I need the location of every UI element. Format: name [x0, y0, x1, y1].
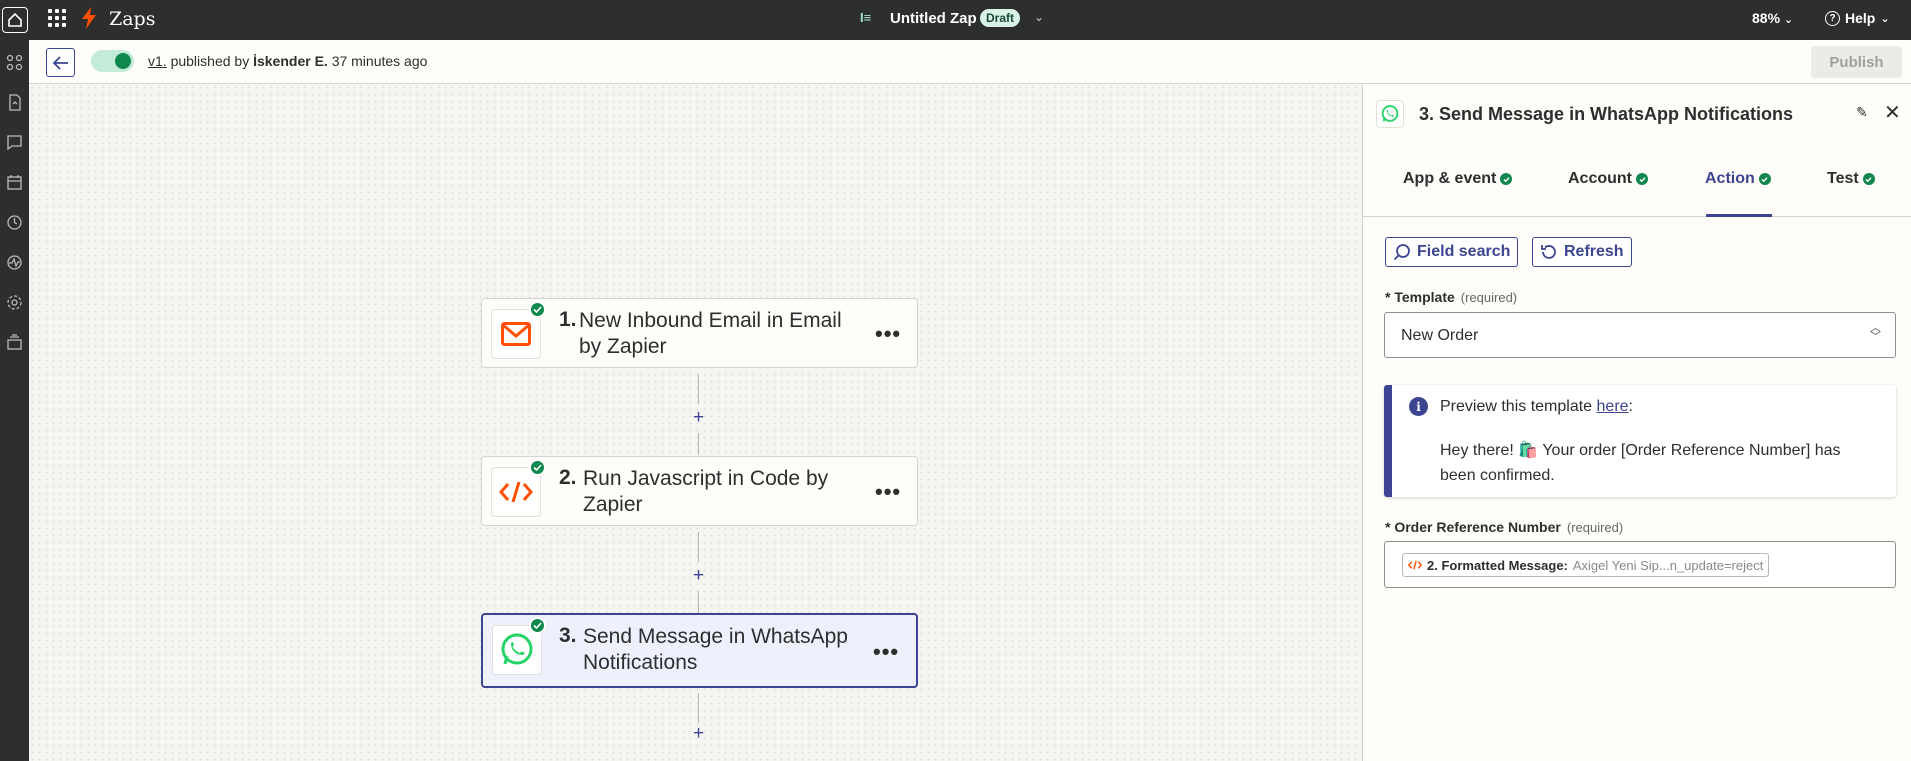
- template-value: New Order: [1401, 327, 1479, 344]
- check-icon: [1500, 173, 1513, 185]
- zoom-level: 88%: [1752, 10, 1781, 26]
- active-tab-indicator: [1706, 214, 1772, 217]
- activity-icon[interactable]: [6, 254, 23, 271]
- help-button[interactable]: ? Help ⌄: [1825, 10, 1890, 26]
- search-icon: [1393, 244, 1410, 261]
- chevron-down-icon: ⌄: [1880, 12, 1890, 25]
- apps-grid-icon[interactable]: [48, 9, 66, 27]
- close-icon[interactable]: ✕: [1884, 100, 1901, 125]
- tab-test[interactable]: Test: [1827, 170, 1875, 188]
- check-icon: [1862, 173, 1875, 185]
- calendar-icon[interactable]: [6, 174, 23, 191]
- connector-line: [698, 532, 699, 562]
- zoom-dropdown[interactable]: 88% ⌄: [1752, 10, 1793, 26]
- panel-tabs: App & event Account Action Test: [1363, 148, 1911, 217]
- home-icon[interactable]: [2, 7, 28, 33]
- chevron-down-icon[interactable]: ⌄: [1034, 10, 1044, 24]
- status-badge: Draft: [980, 9, 1021, 27]
- connector-line: [698, 693, 699, 723]
- left-rail: [0, 40, 29, 761]
- check-icon: [529, 301, 546, 318]
- select-arrows-icon: ︿ ﹀: [1870, 322, 1881, 343]
- back-button[interactable]: [46, 48, 75, 77]
- step-card-2[interactable]: 2. Run Javascript in Code by Zapier •••: [481, 456, 918, 526]
- publish-button[interactable]: Publish: [1811, 46, 1902, 78]
- add-step-button[interactable]: +: [691, 723, 706, 745]
- step-card-1[interactable]: 1. New Inbound Email in Email by Zapier …: [481, 298, 918, 368]
- tab-label: Action: [1705, 170, 1755, 187]
- check-icon: [529, 459, 546, 476]
- template-preview-box: i Preview this template here: Hey there!…: [1384, 385, 1896, 497]
- layers-icon[interactable]: [6, 334, 23, 351]
- mapped-field-key: 2. Formatted Message:: [1427, 557, 1568, 573]
- published-info: v1. published by İskender E. 37 minutes …: [148, 53, 427, 69]
- tab-label: Account: [1568, 170, 1632, 187]
- step-title: Run Javascript in Code by Zapier: [583, 467, 829, 516]
- info-icon: i: [1409, 397, 1428, 416]
- field-search-button[interactable]: Field search: [1385, 237, 1519, 267]
- more-options-icon[interactable]: •••: [873, 639, 899, 665]
- published-by-text: published by: [170, 53, 250, 69]
- tab-account[interactable]: Account: [1568, 170, 1648, 188]
- version-link[interactable]: v1.: [148, 53, 167, 69]
- add-step-button[interactable]: +: [691, 407, 706, 429]
- history-icon[interactable]: [6, 214, 23, 231]
- chat-icon[interactable]: [6, 134, 23, 151]
- tab-app-event[interactable]: App & event: [1403, 170, 1513, 188]
- app-name[interactable]: Zaps: [109, 8, 155, 30]
- help-label: Help: [1845, 10, 1876, 26]
- mapped-field-value: Axigel Yeni Sip...n_update=reject: [1572, 557, 1764, 573]
- settings-icon[interactable]: [6, 294, 23, 311]
- connector-line: [698, 591, 699, 613]
- more-options-icon[interactable]: •••: [875, 479, 901, 505]
- order-ref-input[interactable]: 2. Formatted Message: Axigel Yeni Sip...…: [1384, 541, 1896, 588]
- template-field-label: * Template (required): [1385, 289, 1518, 305]
- connector-line: [698, 374, 699, 404]
- tab-action[interactable]: Action: [1705, 170, 1771, 188]
- whatsapp-icon: [1376, 100, 1404, 128]
- help-icon: ?: [1825, 10, 1840, 26]
- step-title: New Inbound Email in Email by Zapier: [579, 309, 842, 358]
- author-name: İskender E.: [253, 53, 328, 69]
- field-search-label: Field search: [1417, 243, 1511, 260]
- refresh-icon: [1541, 245, 1556, 259]
- check-icon: [1758, 173, 1771, 185]
- more-options-icon[interactable]: •••: [875, 321, 901, 347]
- order-ref-field-label: * Order Reference Number (required): [1385, 519, 1624, 535]
- zap-on-off-toggle[interactable]: [91, 50, 134, 72]
- published-time: 37 minutes ago: [331, 53, 428, 69]
- preview-link[interactable]: here: [1597, 398, 1629, 415]
- zap-type-icon: I≡: [860, 10, 872, 25]
- tab-label: Test: [1827, 170, 1859, 187]
- step-card-3[interactable]: 3. Send Message in WhatsApp Notification…: [481, 613, 918, 688]
- preview-message: Hey there! 🛍️ Your order [Order Referenc…: [1440, 442, 1841, 484]
- refresh-button[interactable]: Refresh: [1532, 237, 1632, 267]
- arrow-left-icon: [52, 55, 68, 70]
- apps-icon[interactable]: [6, 54, 23, 71]
- zap-bolt-icon: [82, 7, 96, 34]
- edit-pencil-icon[interactable]: ✎: [1856, 104, 1868, 121]
- add-step-button[interactable]: +: [691, 565, 706, 587]
- connector-line: [698, 433, 699, 455]
- refresh-label: Refresh: [1564, 243, 1624, 260]
- panel-title: 3. Send Message in WhatsApp Notification…: [1419, 104, 1794, 124]
- check-icon: [1636, 173, 1648, 185]
- template-select[interactable]: New Order ︿ ﹀: [1384, 312, 1896, 358]
- step-title: Send Message in WhatsApp Notifications: [583, 625, 848, 674]
- top-bar: Zaps I≡ Untitled Zap Draft ⌄ 88% ⌄ ? Hel…: [0, 0, 1911, 40]
- preview-heading: Preview this template here:: [1440, 398, 1633, 415]
- file-icon[interactable]: [6, 94, 23, 111]
- mapped-field-pill[interactable]: 2. Formatted Message: Axigel Yeni Sip...…: [1402, 553, 1770, 577]
- check-icon: [529, 617, 546, 634]
- tab-label: App & event: [1403, 170, 1497, 187]
- zap-name[interactable]: Untitled Zap: [890, 10, 977, 27]
- code-icon: [1408, 560, 1422, 570]
